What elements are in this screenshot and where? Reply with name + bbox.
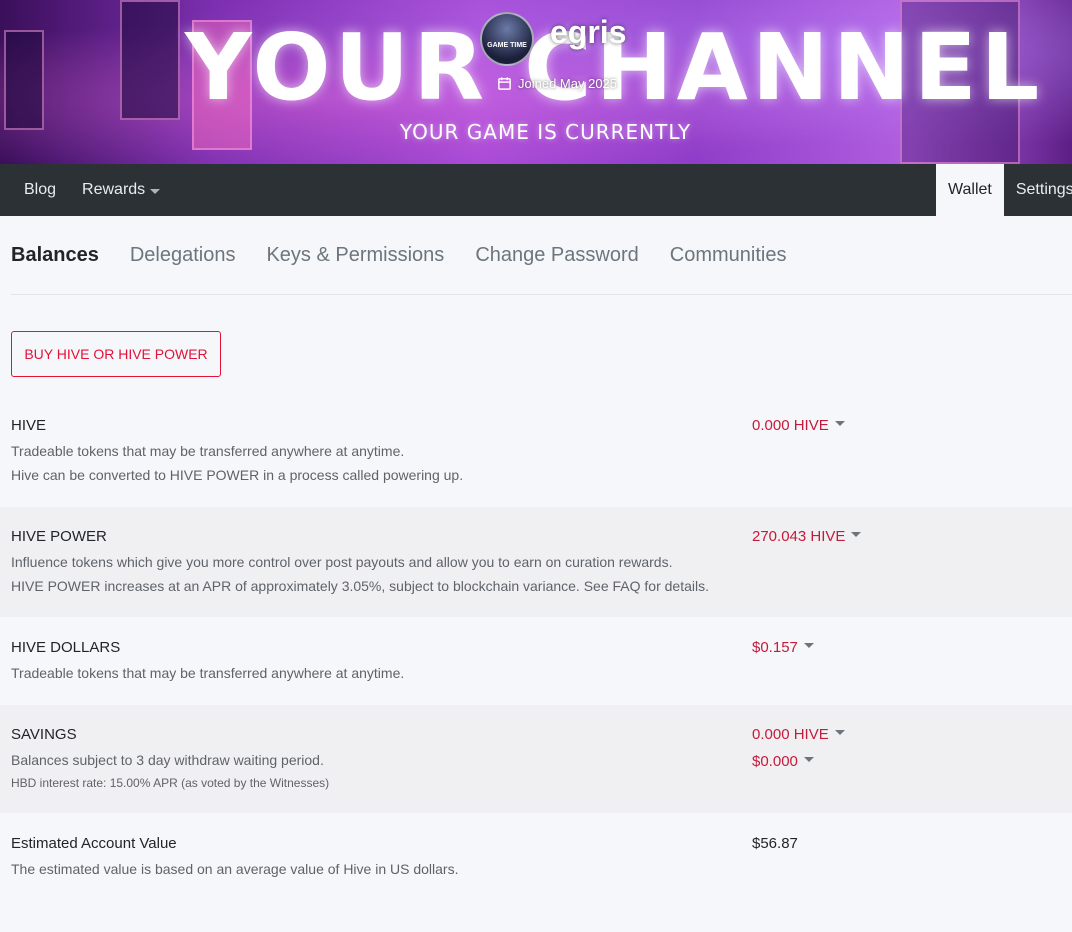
nav-blog[interactable]: Blog [24,181,56,199]
balance-description: HIVE POWER increases at an APR of approx… [11,578,709,594]
nav-wallet[interactable]: Wallet [936,164,1004,216]
banner-subtitle: YOUR GAME IS CURRENTLY [400,120,692,144]
tab-balances[interactable]: Balances [11,244,99,267]
wallet-tabs: Balances Delegations Keys & Permissions … [11,244,786,267]
savings-hbd-value: $0.000 [752,753,798,770]
balance-label: HIVE [11,417,47,434]
balance-description: Influence tokens which give you more con… [11,554,673,570]
tab-keys-permissions[interactable]: Keys & Permissions [266,244,444,267]
avatar-text: GAME TIME [487,41,527,49]
nav-rewards-label: Rewards [82,181,146,198]
buy-hive-button[interactable]: BUY HIVE OR HIVE POWER [11,331,221,377]
caret-down-icon [834,421,845,426]
nav-left: Blog Rewards [24,164,161,216]
banner-sign [120,0,180,120]
nav-settings[interactable]: Settings [1004,164,1072,216]
balance-description: Tradeable tokens that may be transferred… [11,443,405,459]
balance-description: Hive can be converted to HIVE POWER in a… [11,467,464,483]
savings-hbd-dropdown[interactable]: $0.000 [752,753,814,770]
calendar-icon [498,77,511,90]
caret-down-icon [803,757,814,762]
balance-row-savings: SAVINGS Balances subject to 3 day withdr… [0,705,1072,813]
tab-communities[interactable]: Communities [670,244,787,267]
balance-description: Tradeable tokens that may be transferred… [11,665,405,681]
banner-sign [4,30,44,130]
savings-hive-value: 0.000 HIVE [752,726,829,743]
savings-hive-dropdown[interactable]: 0.000 HIVE [752,726,845,743]
nav-rewards[interactable]: Rewards [82,181,161,199]
balance-row-hive: HIVE Tradeable tokens that may be transf… [0,396,1072,506]
caret-down-icon [834,730,845,735]
balance-row-estimated: Estimated Account Value The estimated va… [0,814,1072,904]
estimated-account-value: $56.87 [752,835,798,852]
top-nav: Blog Rewards Wallet Settings [0,164,1072,216]
nav-right: Wallet Settings [936,164,1072,216]
balance-label: SAVINGS [11,726,77,743]
balance-description: Balances subject to 3 day withdraw waiti… [11,752,324,768]
profile-banner: YOUR CHANNEL YOUR GAME IS CURRENTLY GAME… [0,0,1072,164]
balance-description: The estimated value is based on an avera… [11,861,459,877]
hive-balance-value: 0.000 HIVE [752,417,829,434]
balance-label: HIVE DOLLARS [11,639,121,656]
caret-down-icon [851,532,862,537]
balance-label: HIVE POWER [11,528,107,545]
balance-row-hive-dollars: HIVE DOLLARS Tradeable tokens that may b… [0,618,1072,704]
hive-power-value: 270.043 HIVE [752,528,846,545]
hive-dollars-dropdown[interactable]: $0.157 [752,639,814,656]
avatar[interactable]: GAME TIME [480,12,534,66]
joined-date: Joined May 2025 [497,76,617,91]
username: egris [550,14,627,50]
caret-down-icon [803,643,814,648]
hive-power-dropdown[interactable]: 270.043 HIVE [752,528,862,545]
chevron-down-icon [150,189,161,194]
tab-delegations[interactable]: Delegations [130,244,236,267]
tab-change-password[interactable]: Change Password [475,244,638,267]
hbd-interest-rate: HBD interest rate: 15.00% APR (as voted … [11,776,330,790]
balance-row-hive-power: HIVE POWER Influence tokens which give y… [0,507,1072,617]
tabs-divider [11,294,1072,295]
hive-dollars-value: $0.157 [752,639,798,656]
hive-balance-dropdown[interactable]: 0.000 HIVE [752,417,845,434]
balance-label: Estimated Account Value [11,835,177,852]
joined-label: Joined May 2025 [518,76,618,91]
